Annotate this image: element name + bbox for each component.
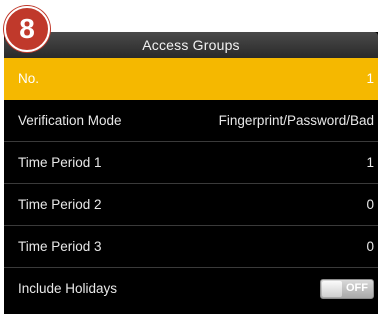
row-time-period-2[interactable]: Time Period 2 0 [4, 184, 378, 226]
page-title: Access Groups [142, 37, 240, 53]
settings-list: No. 1 Verification Mode Fingerprint/Pass… [4, 58, 378, 310]
row-label: Time Period 1 [18, 155, 102, 170]
row-label: Include Holidays [18, 281, 118, 296]
step-number: 8 [19, 13, 35, 44]
row-value: Fingerprint/Password/Bad [218, 113, 374, 128]
row-include-holidays[interactable]: Include Holidays OFF [4, 268, 378, 310]
row-label: Time Period 2 [18, 197, 102, 212]
row-verification-mode[interactable]: Verification Mode Fingerprint/Password/B… [4, 100, 378, 142]
row-label: Verification Mode [18, 113, 122, 128]
include-holidays-toggle[interactable]: OFF [320, 279, 374, 299]
row-no[interactable]: No. 1 [4, 58, 378, 100]
row-time-period-1[interactable]: Time Period 1 1 [4, 142, 378, 184]
row-value: 1 [366, 155, 374, 170]
title-bar: Access Groups [4, 32, 378, 58]
row-value: 0 [366, 239, 374, 254]
toggle-knob [322, 281, 342, 297]
row-label: Time Period 3 [18, 239, 102, 254]
row-value: 1 [366, 71, 374, 86]
step-number-badge: 8 [4, 6, 50, 52]
row-time-period-3[interactable]: Time Period 3 0 [4, 226, 378, 268]
toggle-state-label: OFF [346, 282, 368, 294]
row-label: No. [18, 71, 40, 86]
row-value: 0 [366, 197, 374, 212]
